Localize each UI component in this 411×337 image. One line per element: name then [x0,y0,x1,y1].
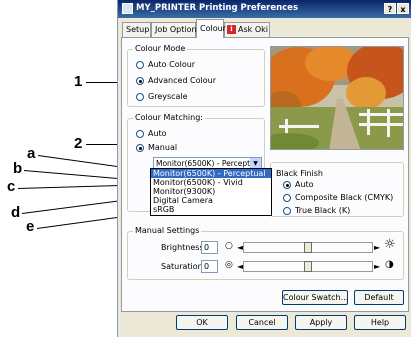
radio-auto-matching-label: Auto [148,129,167,138]
dropdown-option-vivid[interactable]: Monitor(6500K) - Vivid [151,178,271,187]
tab-ask-oki[interactable]: i Ask Oki [224,22,270,37]
brightness-slider-thumb[interactable] [304,242,312,253]
radio-true-black-label: True Black (K) [295,206,351,215]
radio-composite-black[interactable]: Composite Black (CMYK) [283,193,393,202]
radio-black-auto[interactable]: Auto [283,180,314,189]
colour-matching-label: Colour Matching: [133,113,205,122]
radio-auto-colour[interactable]: Auto Colour [136,60,195,69]
tab-colour[interactable]: Colour [196,19,226,38]
help-button[interactable]: Help [354,315,406,330]
saturation-right-arrow[interactable]: ► [374,261,380,272]
callout-b: b [13,160,23,177]
tab-job-options[interactable]: Job Options [151,22,201,37]
contrast-icon: ◑ [385,259,394,270]
callout-e: e [26,218,35,235]
help-title-button[interactable]: ? [384,3,396,14]
ok-button[interactable]: OK [176,315,228,330]
dropdown-value: Monitor(6500K) - Perceptual [156,159,262,168]
manual-settings-label: Manual Settings [133,226,202,235]
radio-black-auto-label: Auto [295,180,314,189]
dropdown-option-perceptual[interactable]: Monitor(6500K) - Perceptual [151,169,271,178]
callout-c: c [7,178,16,195]
callout-2: 2 [74,135,83,152]
brightness-indicator-icon: ○ [225,241,233,251]
colour-mode-label: Colour Mode [133,44,188,53]
radio-true-black[interactable]: True Black (K) [283,206,350,215]
radio-auto-matching[interactable]: Auto [136,129,167,138]
saturation-slider-thumb[interactable] [304,261,312,272]
default-button[interactable]: Default [354,290,404,305]
printer-icon [122,3,133,14]
radio-manual-matching-label: Manual [148,143,178,152]
tab-setup[interactable]: Setup [122,22,151,37]
cancel-button[interactable]: Cancel [236,315,288,330]
callout-a: a [27,145,36,162]
radio-composite-black-label: Composite Black (CMYK) [295,193,394,202]
dropdown-option-digital-camera[interactable]: Digital Camera [151,196,271,205]
saturation-indicator-icon: ◎ [225,260,233,270]
radio-manual-matching[interactable]: Manual [136,143,177,152]
radio-greyscale-label: Greyscale [148,92,188,101]
callout-1: 1 [74,73,83,90]
black-finish-label: Black Finish [276,169,323,178]
brightness-label: Brightness: [161,243,207,252]
sun-icon: ☼ [384,237,396,252]
info-icon: i [227,25,236,34]
title-bar: MY_PRINTER Printing Preferences ? x [118,0,411,18]
apply-button[interactable]: Apply [295,315,347,330]
colour-swatch-button[interactable]: Colour Swatch... [282,290,348,305]
black-finish-group: Black Finish Auto Composite Black (CMYK)… [270,162,404,217]
colour-matching-dropdown-list: Monitor(6500K) - Perceptual Monitor(6500… [150,168,272,216]
radio-auto-colour-label: Auto Colour [148,60,196,69]
colour-mode-group: Colour Mode Auto Colour Advanced Colour … [127,44,265,107]
saturation-label: Saturation: [161,262,206,271]
tab-ask-oki-label: Ask Oki [238,25,268,34]
preview-image [270,46,404,150]
callout-d: d [11,204,21,221]
dropdown-option-srgb[interactable]: sRGB [151,205,271,214]
radio-greyscale[interactable]: Greyscale [136,92,188,101]
brightness-field[interactable]: 0 [201,241,218,254]
radio-advanced-colour[interactable]: Advanced Colour [136,76,216,85]
brightness-right-arrow[interactable]: ► [374,242,380,253]
manual-settings-group: Manual Settings Brightness: 0 ○ ◄ ► ☼ Sa… [127,226,404,280]
close-button[interactable]: x [397,3,409,14]
dropdown-option-9300k[interactable]: Monitor(9300K) [151,187,271,196]
saturation-field[interactable]: 0 [201,260,218,273]
window-title: MY_PRINTER Printing Preferences [136,3,299,13]
radio-advanced-colour-label: Advanced Colour [148,76,217,85]
